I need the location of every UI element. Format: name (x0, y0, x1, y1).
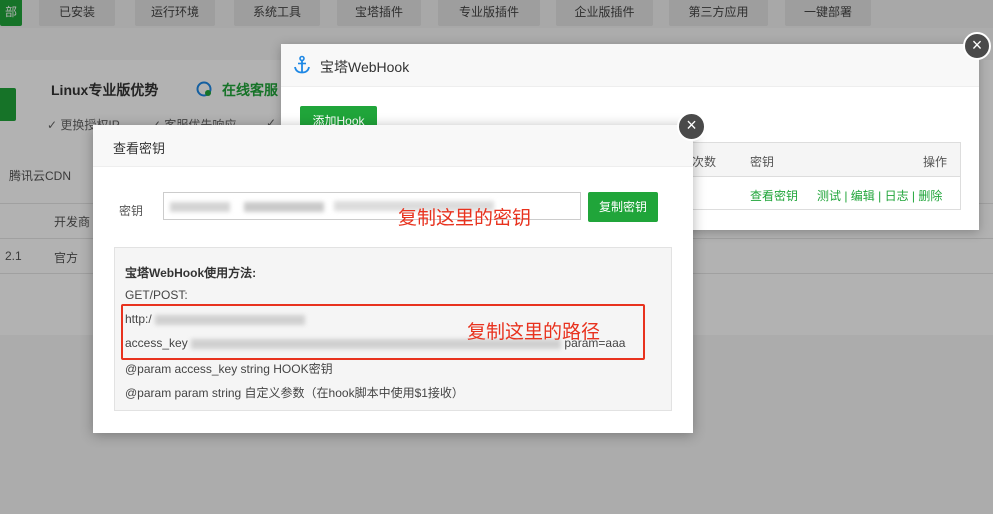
redacted-text (244, 202, 324, 212)
usage-method: GET/POST: (125, 288, 188, 302)
usage-title: 宝塔WebHook使用方法: (125, 266, 257, 280)
usage-param-access-key: @param access_key string HOOK密钥 (125, 362, 333, 376)
view-key-link[interactable]: 查看密钥 (750, 187, 798, 204)
row-action-links[interactable]: 测试 | 编辑 | 日志 | 删除 (817, 187, 942, 204)
hook-table: 用次数 密钥 操作 7 查看密钥 测试 | 编辑 | 日志 | 删除 (677, 142, 961, 210)
copy-key-button[interactable]: 复制密钥 (588, 192, 658, 222)
dialog-title: 查看密钥 (113, 141, 166, 156)
hook-table-header (678, 143, 960, 177)
webhook-window-header: 宝塔WebHook (281, 44, 979, 87)
webhook-close-icon[interactable]: × (963, 32, 991, 60)
usage-param-param: @param param string 自定义参数（在hook脚本中使用$1接收… (125, 386, 464, 400)
view-key-dialog: 查看密钥 密钥 复制密钥 复制这里的密钥 宝塔WebHook使用方法: GET/… (93, 125, 693, 433)
dialog-close-icon[interactable]: × (677, 112, 706, 141)
webhook-window-title: 宝塔WebHook (320, 59, 410, 75)
annotation-copy-key: 复制这里的密钥 (398, 208, 532, 229)
anchor-icon (294, 55, 310, 74)
column-header-key: 密钥 (750, 155, 775, 169)
redacted-text (170, 202, 230, 212)
key-label: 密钥 (119, 204, 144, 218)
annotation-copy-path: 复制这里的路径 (467, 322, 601, 343)
column-header-actions: 操作 (923, 155, 948, 169)
dialog-header: 查看密钥 (93, 125, 693, 167)
